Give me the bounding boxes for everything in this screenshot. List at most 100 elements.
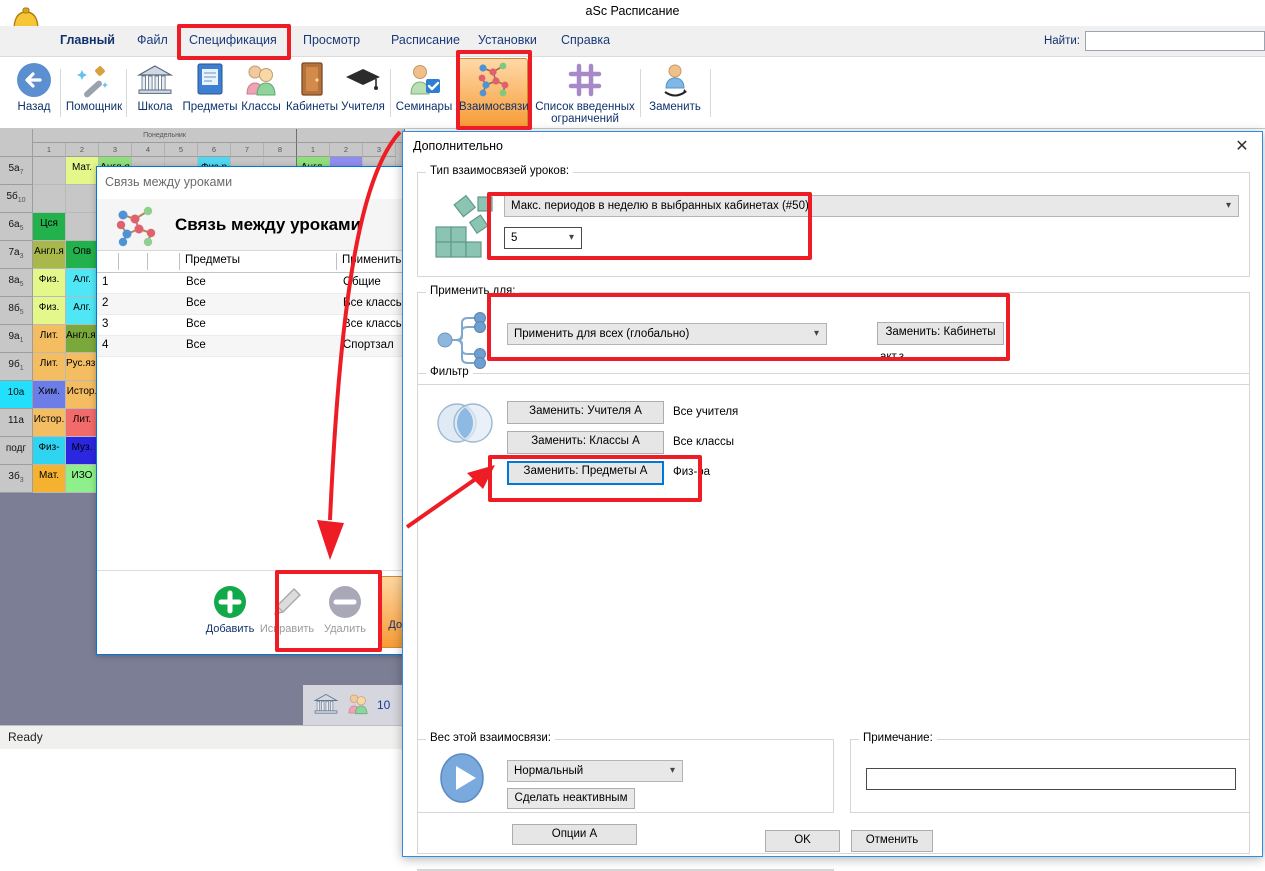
menu-item-main[interactable]: Главный	[60, 33, 115, 47]
weight-combo[interactable]: Нормальный ▾	[507, 760, 683, 782]
period-header: 6	[198, 143, 231, 157]
ribbon-button-label: Классы	[235, 101, 287, 113]
relation-type-combo[interactable]: Макс. периодов в неделю в выбранных каби…	[504, 195, 1239, 217]
timetable-empty-cell[interactable]	[33, 185, 66, 213]
ribbon-button-label: Школа	[130, 101, 180, 113]
timetable-lesson-cell[interactable]: Истор.	[66, 381, 99, 409]
delete-button[interactable]: Удалить	[315, 581, 375, 635]
relation-type-group-title: Тип взаимосвязей уроков:	[426, 165, 573, 177]
ribbon-separator	[126, 69, 127, 117]
timetable-lesson-cell[interactable]: Цся	[33, 213, 66, 241]
timetable-lesson-cell[interactable]: Опв	[66, 241, 99, 269]
ribbon-button-classes[interactable]: Классы	[235, 59, 287, 127]
edit-button[interactable]: Исправить	[257, 581, 317, 635]
ribbon-button-subjects[interactable]: Предметы	[180, 59, 240, 127]
table-column-apply[interactable]: Применить	[342, 254, 401, 266]
deactivate-button[interactable]: Сделать неактивным	[507, 788, 635, 809]
replace-subjects-button[interactable]: Заменить: Предметы A	[507, 461, 664, 485]
ok-button[interactable]: OK	[765, 830, 840, 852]
menu-item-help[interactable]: Справка	[561, 33, 610, 47]
class-row-header[interactable]: 8а5	[0, 269, 33, 297]
timetable-lesson-cell[interactable]: Физ-ра	[33, 437, 66, 465]
options-button[interactable]: Опции A	[512, 824, 637, 845]
weight-combo-value: Нормальный	[514, 765, 583, 777]
advanced-dialog: Дополнительно ✕ Тип взаимосвязей уроков:	[402, 131, 1263, 857]
timetable-lesson-cell[interactable]: Лит.	[66, 409, 99, 437]
timetable-lesson-cell[interactable]: Рус.яз.	[66, 353, 99, 381]
ribbon-button-seminars[interactable]: Семинары	[394, 59, 454, 127]
timetable-lesson-cell[interactable]: Муз.	[66, 437, 99, 465]
timetable-lesson-cell[interactable]: Истор.	[33, 409, 66, 437]
timetable-lesson-cell[interactable]: Англ.я	[33, 241, 66, 269]
search-input[interactable]	[1085, 31, 1265, 51]
timetable-empty-cell[interactable]	[66, 213, 99, 241]
class-row-header[interactable]: 5а7	[0, 157, 33, 185]
class-row-header[interactable]: 8б5	[0, 297, 33, 325]
ribbon-button-teachers[interactable]: Учителя	[336, 59, 390, 127]
title-bar: aSc Расписание	[0, 0, 1265, 26]
timetable-lesson-cell[interactable]: Хим.	[33, 381, 66, 409]
students-icon	[345, 691, 371, 720]
menu-item-timetable[interactable]: Расписание	[391, 33, 460, 47]
grid-status-count: 10	[377, 698, 390, 712]
note-input[interactable]	[866, 768, 1236, 790]
ribbon-button-label: Заменить	[643, 101, 707, 113]
timetable-lesson-cell[interactable]: Алг.	[66, 297, 99, 325]
timetable-lesson-cell[interactable]: Алг.	[66, 269, 99, 297]
class-row-header[interactable]: 3б3	[0, 465, 33, 493]
ribbon-button-replace[interactable]: Заменить	[643, 59, 707, 127]
ribbon-button-back[interactable]: Назад	[2, 59, 66, 127]
timetable-lesson-cell[interactable]: Лит.	[33, 325, 66, 353]
table-column-subjects[interactable]: Предметы	[185, 254, 240, 266]
ribbon-button-label: Взаимосвязи	[459, 101, 527, 113]
relation-count-combo[interactable]: 5 ▾	[504, 227, 582, 249]
lesson-relations-titlebar: Связь между уроками	[97, 167, 413, 199]
menu-item-settings[interactable]: Установки	[478, 33, 537, 47]
period-header: 3	[363, 143, 396, 157]
class-row-header[interactable]: 7а3	[0, 241, 33, 269]
class-row-header[interactable]: 9а1	[0, 325, 33, 353]
cancel-button[interactable]: Отменить	[851, 830, 933, 852]
timetable-empty-cell[interactable]	[66, 185, 99, 213]
ribbon-button-relations[interactable]: Взаимосвязи	[458, 58, 528, 128]
timetable-empty-cell[interactable]	[33, 157, 66, 185]
bank-icon	[313, 691, 339, 720]
class-row-header[interactable]: 6а5	[0, 213, 33, 241]
apply-for-combo[interactable]: Применить для всех (глобально) ▾	[507, 323, 827, 345]
timetable-lesson-cell[interactable]: Физ.	[33, 269, 66, 297]
ribbon-button-assistant[interactable]: Помощник	[62, 59, 126, 127]
table-row[interactable]: 3ВсеВсе классы	[97, 315, 413, 336]
replace-classes-button[interactable]: Заменить: Классы A	[507, 431, 664, 454]
add-button[interactable]: Добавить	[200, 581, 260, 635]
replace-classrooms-button[interactable]: Заменить: Кабинеты	[877, 322, 1004, 345]
timetable-lesson-cell[interactable]: Мат.	[66, 157, 99, 185]
class-row-header[interactable]: 11а	[0, 409, 33, 437]
table-row[interactable]: 1ВсеОбщие	[97, 273, 413, 294]
column-divider	[179, 253, 180, 270]
timetable-lesson-cell[interactable]: Физ.	[33, 297, 66, 325]
relation-count-value: 5	[511, 232, 517, 244]
table-row[interactable]: 4ВсеСпортзал	[97, 336, 413, 357]
ribbon-button-school[interactable]: Школа	[130, 59, 180, 127]
close-icon[interactable]: ✕	[1230, 136, 1254, 158]
replace-teachers-button[interactable]: Заменить: Учителя A	[507, 401, 664, 424]
venn-diagram-icon	[433, 399, 497, 450]
class-row-header[interactable]: 10а	[0, 381, 33, 409]
ribbon-button-classrooms[interactable]: Кабинеты	[285, 59, 339, 127]
class-row-header[interactable]: подг	[0, 437, 33, 465]
timetable-lesson-cell[interactable]: Мат.	[33, 465, 66, 493]
menu-item-view[interactable]: Просмотр	[303, 33, 360, 47]
class-row-header[interactable]: 5б10	[0, 185, 33, 213]
ribbon-button-label: Предметы	[180, 101, 240, 113]
class-row-header[interactable]: 9б1	[0, 353, 33, 381]
row-subjects: Все	[186, 297, 206, 309]
timetable-lesson-cell[interactable]: Лит.	[33, 353, 66, 381]
timetable-lesson-cell[interactable]: ИЗО	[66, 465, 99, 493]
window-bottom-fill	[0, 749, 405, 864]
table-row[interactable]: 2ВсеВсе классы	[97, 294, 413, 315]
timetable-lesson-cell[interactable]: Англ.я.	[66, 325, 99, 353]
menu-item-specification[interactable]: Спецификация	[189, 33, 277, 47]
ribbon-button-constraints-list[interactable]: Список введенных ограничений	[530, 59, 640, 127]
menu-item-file[interactable]: Файл	[137, 33, 168, 47]
lesson-relations-table[interactable]: Предметы Применить 1ВсеОбщие2ВсеВсе клас…	[97, 251, 413, 357]
